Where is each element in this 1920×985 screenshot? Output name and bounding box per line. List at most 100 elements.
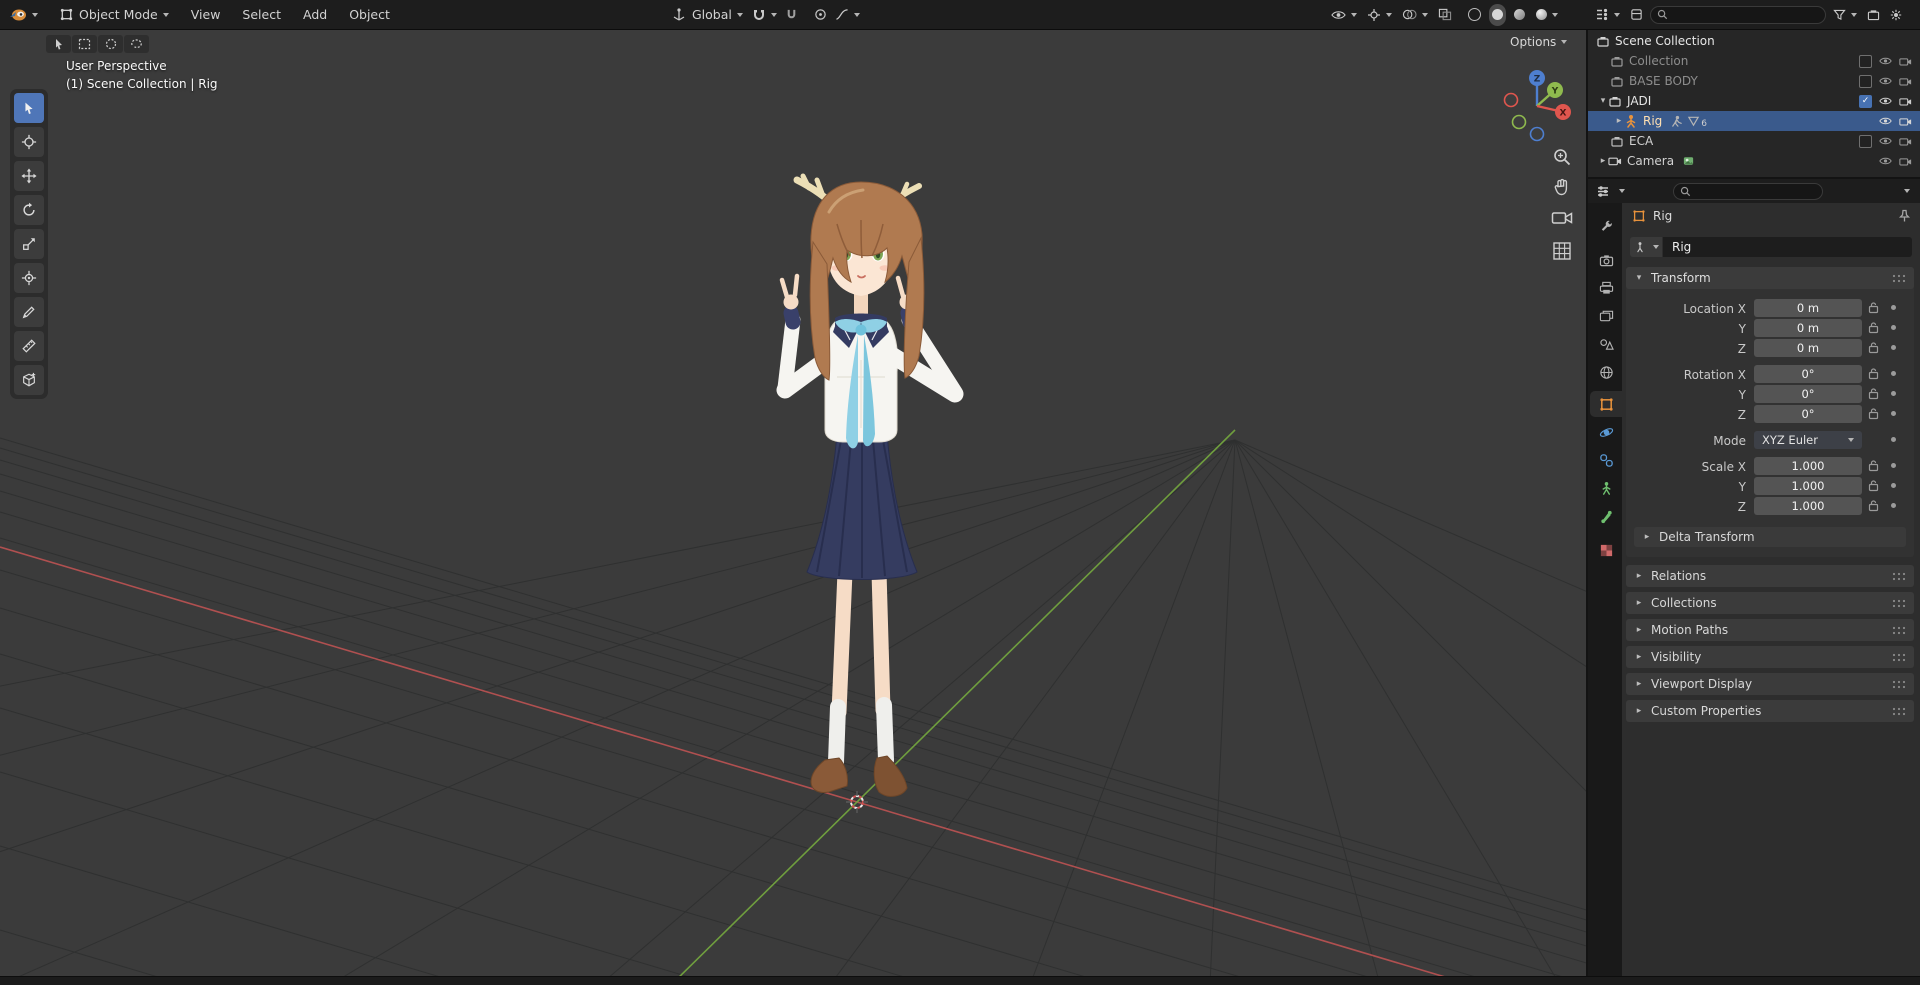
- panel-grip-icon[interactable]: [1892, 680, 1906, 689]
- select-circle-button[interactable]: [98, 35, 123, 53]
- outliner-search-input[interactable]: [1650, 5, 1826, 24]
- properties-options-chevron[interactable]: [1904, 189, 1910, 193]
- orientation-dropdown[interactable]: Global: [688, 0, 747, 29]
- lock-icon[interactable]: [1868, 387, 1879, 400]
- section-visibility[interactable]: ▸ Visibility: [1626, 646, 1914, 668]
- properties-editor-icon[interactable]: [1596, 185, 1610, 198]
- hide-eye-toggle[interactable]: [1879, 96, 1892, 106]
- lock-icon[interactable]: [1868, 321, 1879, 334]
- outliner-row-collection[interactable]: Collection: [1588, 51, 1920, 71]
- outliner-editor-type-button[interactable]: [1592, 4, 1623, 26]
- camera-view-button[interactable]: [1551, 209, 1573, 227]
- tool-rotate[interactable]: [14, 195, 44, 225]
- panel-grip-icon[interactable]: [1892, 274, 1906, 283]
- select-lasso-button[interactable]: [124, 35, 149, 53]
- overlays-button[interactable]: [1399, 4, 1431, 26]
- tool-move[interactable]: [14, 161, 44, 191]
- animate-dot[interactable]: [1891, 371, 1896, 376]
- rotation-x-field[interactable]: 0°: [1754, 365, 1862, 383]
- object-name-field[interactable]: Rig: [1663, 237, 1912, 257]
- panel-grip-icon[interactable]: [1892, 599, 1906, 608]
- panel-grip-icon[interactable]: [1892, 653, 1906, 662]
- snap-toggle-button[interactable]: [782, 4, 801, 26]
- tool-annotate[interactable]: [14, 297, 44, 327]
- gizmo-z-neg-axis[interactable]: [1529, 126, 1545, 142]
- animate-dot[interactable]: [1891, 325, 1896, 330]
- select-tweak-button[interactable]: [46, 35, 71, 53]
- outliner-row-jadi[interactable]: ▾ JADI ✓: [1588, 91, 1920, 111]
- hide-eye-toggle[interactable]: [1879, 136, 1892, 146]
- nav-gizmo[interactable]: Z Y X: [1498, 63, 1576, 143]
- shading-wireframe-button[interactable]: [1465, 4, 1484, 26]
- animate-dot[interactable]: [1891, 437, 1896, 442]
- properties-search-input[interactable]: [1673, 182, 1823, 200]
- scale-y-field[interactable]: 1.000: [1754, 477, 1862, 495]
- shading-rendered-button[interactable]: [1533, 4, 1561, 26]
- tab-scene[interactable]: [1590, 331, 1622, 357]
- hide-eye-toggle[interactable]: [1879, 56, 1892, 66]
- lock-icon[interactable]: [1868, 479, 1879, 492]
- ortho-grid-button[interactable]: [1552, 241, 1572, 261]
- lock-icon[interactable]: [1868, 459, 1879, 472]
- section-relations[interactable]: ▸ Relations: [1626, 565, 1914, 587]
- blender-logo-icon[interactable]: [6, 4, 41, 26]
- menu-object[interactable]: Object: [338, 0, 401, 29]
- animate-dot[interactable]: [1891, 503, 1896, 508]
- exclude-checkbox[interactable]: [1859, 134, 1872, 148]
- render-camera-toggle[interactable]: [1899, 116, 1912, 127]
- object-type-visibility-button[interactable]: [1328, 4, 1360, 26]
- scale-x-field[interactable]: 1.000: [1754, 457, 1862, 475]
- mode-dropdown[interactable]: Object Mode: [49, 0, 180, 29]
- tab-tool[interactable]: [1590, 213, 1622, 239]
- transform-panel-header[interactable]: ▾ Transform: [1626, 267, 1914, 289]
- id-type-button[interactable]: [1630, 237, 1662, 257]
- menu-select[interactable]: Select: [231, 0, 292, 29]
- hide-eye-toggle[interactable]: [1879, 156, 1892, 166]
- gizmo-x-neg-axis[interactable]: [1503, 92, 1519, 108]
- animate-dot[interactable]: [1891, 463, 1896, 468]
- panel-grip-icon[interactable]: [1892, 626, 1906, 635]
- tab-view-layer[interactable]: [1590, 303, 1622, 329]
- outliner-new-collection-button[interactable]: [1864, 4, 1883, 26]
- section-viewport-display[interactable]: ▸ Viewport Display: [1626, 673, 1914, 695]
- tool-select-box[interactable]: [14, 93, 44, 123]
- xray-toggle-button[interactable]: [1435, 4, 1455, 26]
- tool-transform[interactable]: [14, 263, 44, 293]
- scale-z-field[interactable]: 1.000: [1754, 497, 1862, 515]
- editor-divider-horizontal[interactable]: [1588, 177, 1920, 179]
- exclude-checkbox[interactable]: [1859, 74, 1872, 88]
- location-y-field[interactable]: 0 m: [1754, 319, 1862, 337]
- render-camera-toggle[interactable]: [1899, 136, 1912, 147]
- lock-icon[interactable]: [1868, 341, 1879, 354]
- render-camera-toggle[interactable]: [1899, 156, 1912, 167]
- proportional-editing-button[interactable]: [811, 4, 830, 26]
- proportional-falloff-button[interactable]: [832, 4, 863, 26]
- tool-cursor[interactable]: [14, 127, 44, 157]
- pan-button[interactable]: [1552, 177, 1572, 197]
- panel-grip-icon[interactable]: [1892, 572, 1906, 581]
- animate-dot[interactable]: [1891, 391, 1896, 396]
- menu-view[interactable]: View: [180, 0, 232, 29]
- tab-bone[interactable]: [1590, 503, 1622, 529]
- editor-divider-vertical[interactable]: [1586, 29, 1588, 976]
- render-camera-toggle[interactable]: [1899, 96, 1912, 107]
- panel-grip-icon[interactable]: [1892, 707, 1906, 716]
- animate-dot[interactable]: [1891, 305, 1896, 310]
- tab-object[interactable]: [1590, 391, 1622, 417]
- 3d-viewport[interactable]: Options User Perspective (1) Scene Colle…: [0, 29, 1586, 976]
- lock-icon[interactable]: [1868, 407, 1879, 420]
- shading-solid-button[interactable]: [1489, 3, 1506, 26]
- hide-eye-toggle[interactable]: [1879, 116, 1892, 126]
- select-box-button[interactable]: [72, 35, 97, 53]
- lock-icon[interactable]: [1868, 499, 1879, 512]
- exclude-checkbox[interactable]: [1859, 54, 1872, 68]
- animate-dot[interactable]: [1891, 483, 1896, 488]
- outliner-row-base-body[interactable]: BASE BODY: [1588, 71, 1920, 91]
- outliner-row-scene-collection[interactable]: Scene Collection: [1588, 31, 1920, 51]
- tool-add-cube[interactable]: [14, 365, 44, 395]
- tool-scale[interactable]: [14, 229, 44, 259]
- rotation-mode-dropdown[interactable]: XYZ Euler: [1754, 431, 1862, 449]
- expand-arrow-icon[interactable]: ▸: [1598, 156, 1608, 166]
- tab-world[interactable]: [1590, 359, 1622, 385]
- outliner-row-rig[interactable]: ▸ Rig 6: [1588, 111, 1920, 131]
